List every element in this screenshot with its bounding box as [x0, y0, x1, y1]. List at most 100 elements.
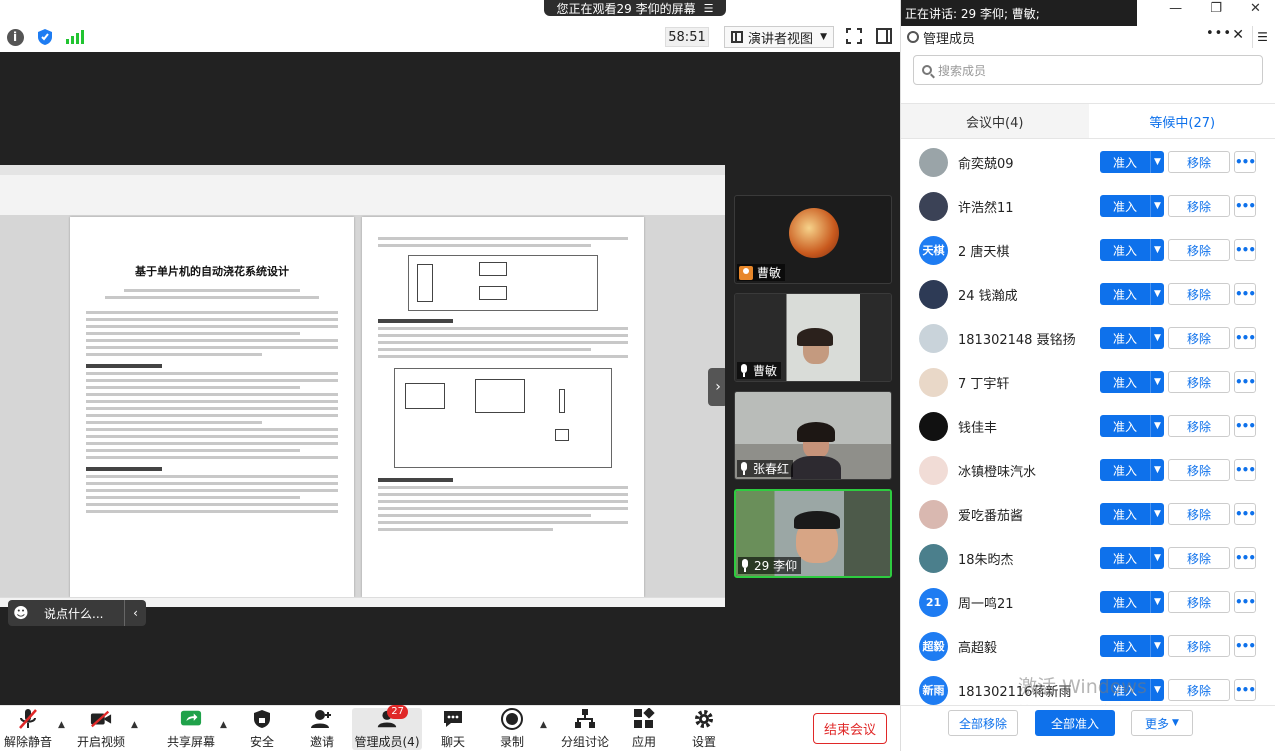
admit-button[interactable]: 准入 ▼: [1100, 503, 1164, 525]
tab-in-meeting[interactable]: 会议中(4): [901, 104, 1089, 138]
chevron-left-icon[interactable]: ‹: [124, 600, 146, 626]
avatar: [919, 367, 948, 397]
search-input[interactable]: 搜索成员: [913, 55, 1263, 85]
chevron-down-icon[interactable]: ▼: [1150, 371, 1164, 393]
menu-icon[interactable]: ☰: [704, 2, 714, 15]
remove-button[interactable]: 移除: [1168, 635, 1230, 657]
more-options-icon[interactable]: •••: [1206, 26, 1232, 41]
chevron-down-icon[interactable]: ▼: [1150, 679, 1164, 701]
smile-icon[interactable]: ☻: [8, 604, 34, 622]
remove-button[interactable]: 移除: [1168, 239, 1230, 261]
signal-icon[interactable]: [66, 28, 84, 46]
apps-button[interactable]: 应用: [626, 708, 662, 750]
more-options-icon[interactable]: •••: [1234, 415, 1256, 437]
admit-button[interactable]: 准入 ▼: [1100, 547, 1164, 569]
more-options-icon[interactable]: •••: [1234, 459, 1256, 481]
admit-button[interactable]: 准入 ▼: [1100, 151, 1164, 173]
chevron-up-icon[interactable]: ▲: [540, 720, 547, 730]
invite-button[interactable]: 邀请: [304, 708, 340, 750]
settings-button[interactable]: 设置: [686, 708, 722, 750]
more-options-icon[interactable]: •••: [1234, 239, 1256, 261]
admit-button[interactable]: 准入 ▼: [1100, 635, 1164, 657]
chevron-down-icon: ▼: [1172, 718, 1179, 728]
admit-button[interactable]: 准入 ▼: [1100, 327, 1164, 349]
admit-button[interactable]: 准入 ▼: [1100, 239, 1164, 261]
more-options-icon[interactable]: •••: [1234, 679, 1256, 701]
chevron-down-icon[interactable]: ▼: [1150, 283, 1164, 305]
start-video-button[interactable]: 开启视频: [76, 708, 126, 750]
sidebar-menu-icon[interactable]: ☰: [1252, 26, 1272, 48]
remove-button[interactable]: 移除: [1168, 151, 1230, 173]
chat-input-placeholder[interactable]: 说点什么...: [34, 605, 124, 622]
apps-label: 应用: [631, 735, 656, 749]
chevron-up-icon[interactable]: ▲: [58, 720, 65, 730]
shared-document[interactable]: 基于单片机的自动浇花系统设计: [0, 165, 725, 607]
more-options-icon[interactable]: •••: [1234, 635, 1256, 657]
reaction-chat-bar[interactable]: ☻ 说点什么... ‹: [8, 600, 146, 626]
video-tile[interactable]: 张春红: [734, 391, 892, 480]
minimize-icon[interactable]: —: [1169, 1, 1182, 16]
end-meeting-button[interactable]: 结束会议: [813, 713, 887, 744]
admit-button[interactable]: 准入 ▼: [1100, 459, 1164, 481]
remove-button[interactable]: 移除: [1168, 283, 1230, 305]
more-options-icon[interactable]: •••: [1234, 503, 1256, 525]
chevron-down-icon[interactable]: ▼: [1150, 635, 1164, 657]
participants-button[interactable]: 27 管理成员(4): [352, 705, 422, 750]
record-button[interactable]: 录制: [494, 708, 530, 750]
chevron-down-icon[interactable]: ▼: [1150, 503, 1164, 525]
more-button[interactable]: 更多 ▼: [1131, 710, 1193, 736]
unmute-button[interactable]: 解除静音: [4, 708, 52, 750]
video-tile-active[interactable]: 29 李仰: [734, 489, 892, 578]
remove-button[interactable]: 移除: [1168, 547, 1230, 569]
admit-button[interactable]: 准入 ▼: [1100, 195, 1164, 217]
speaker-view-button[interactable]: 演讲者视图 ▼: [724, 26, 834, 48]
remove-button[interactable]: 移除: [1168, 327, 1230, 349]
more-options-icon[interactable]: •••: [1234, 327, 1256, 349]
more-options-icon[interactable]: •••: [1234, 547, 1256, 569]
chevron-down-icon[interactable]: ▼: [1150, 327, 1164, 349]
close-window-icon[interactable]: ✕: [1250, 1, 1261, 16]
more-options-icon[interactable]: •••: [1234, 591, 1256, 613]
fullscreen-icon[interactable]: [846, 28, 862, 44]
more-options-icon[interactable]: •••: [1234, 371, 1256, 393]
shield-icon[interactable]: [36, 28, 54, 46]
remove-all-button[interactable]: 全部移除: [948, 710, 1018, 736]
video-tile[interactable]: 曹敏: [734, 293, 892, 382]
more-options-icon[interactable]: •••: [1234, 151, 1256, 173]
admit-button[interactable]: 准入 ▼: [1100, 591, 1164, 613]
chevron-down-icon[interactable]: ▼: [1150, 459, 1164, 481]
chevron-down-icon[interactable]: ▼: [1150, 415, 1164, 437]
remove-button[interactable]: 移除: [1168, 459, 1230, 481]
restore-icon[interactable]: ❐: [1210, 1, 1222, 16]
chevron-down-icon[interactable]: ▼: [1150, 547, 1164, 569]
chevron-down-icon[interactable]: ▼: [1150, 239, 1164, 261]
breakout-rooms-button[interactable]: 分组讨论: [560, 708, 610, 750]
more-options-icon[interactable]: •••: [1234, 195, 1256, 217]
panel-layout-icon[interactable]: [876, 28, 892, 44]
admit-all-button[interactable]: 全部准入: [1035, 710, 1115, 736]
chat-button[interactable]: 聊天: [436, 708, 470, 750]
remove-button[interactable]: 移除: [1168, 371, 1230, 393]
chevron-up-icon[interactable]: ▲: [220, 720, 227, 730]
chevron-down-icon[interactable]: ▼: [1150, 195, 1164, 217]
remove-button[interactable]: 移除: [1168, 415, 1230, 437]
chevron-down-icon[interactable]: ▼: [1150, 151, 1164, 173]
viewing-banner[interactable]: 您正在观看29 李仰的屏幕 ☰: [544, 0, 726, 16]
chevron-down-icon[interactable]: ▼: [1150, 591, 1164, 613]
admit-button[interactable]: 准入 ▼: [1100, 371, 1164, 393]
security-button[interactable]: 安全: [244, 708, 280, 750]
remove-button[interactable]: 移除: [1168, 679, 1230, 701]
more-options-icon[interactable]: •••: [1234, 283, 1256, 305]
video-tile[interactable]: 曹敏: [734, 195, 892, 284]
remove-button[interactable]: 移除: [1168, 195, 1230, 217]
info-icon[interactable]: i: [6, 28, 24, 46]
admit-button[interactable]: 准入 ▼: [1100, 415, 1164, 437]
remove-button[interactable]: 移除: [1168, 503, 1230, 525]
close-panel-icon[interactable]: ✕: [1232, 27, 1244, 43]
share-screen-button[interactable]: 共享屏幕: [166, 708, 216, 750]
admit-button[interactable]: 准入 ▼: [1100, 679, 1164, 701]
remove-button[interactable]: 移除: [1168, 591, 1230, 613]
tab-waiting-room[interactable]: 等候中(27): [1088, 104, 1275, 138]
admit-button[interactable]: 准入 ▼: [1100, 283, 1164, 305]
chevron-up-icon[interactable]: ▲: [131, 720, 138, 730]
